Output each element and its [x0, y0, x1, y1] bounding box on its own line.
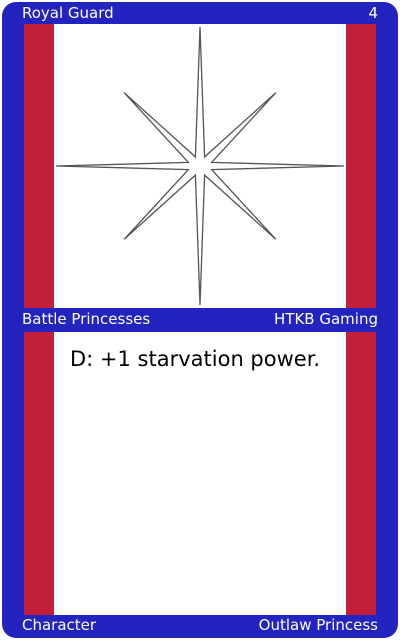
publisher: HTKB Gaming [274, 310, 378, 328]
right-stripe [346, 332, 376, 615]
card-name: Royal Guard [22, 4, 114, 22]
card-subtype: Outlaw Princess [258, 616, 378, 634]
text-panel: D: +1 starvation power. [24, 332, 376, 615]
card-cost: 4 [368, 4, 378, 22]
art-panel [24, 24, 376, 308]
game-card[interactable]: Royal Guard 4 Battle Princesses HTKB Gam… [2, 2, 398, 638]
right-stripe [346, 24, 376, 308]
set-name: Battle Princesses [22, 310, 151, 328]
left-stripe [24, 332, 54, 615]
eight-point-star-icon [55, 26, 345, 306]
rules-text: D: +1 starvation power. [70, 347, 321, 371]
card-type: Character [22, 616, 97, 634]
left-stripe [24, 24, 54, 308]
